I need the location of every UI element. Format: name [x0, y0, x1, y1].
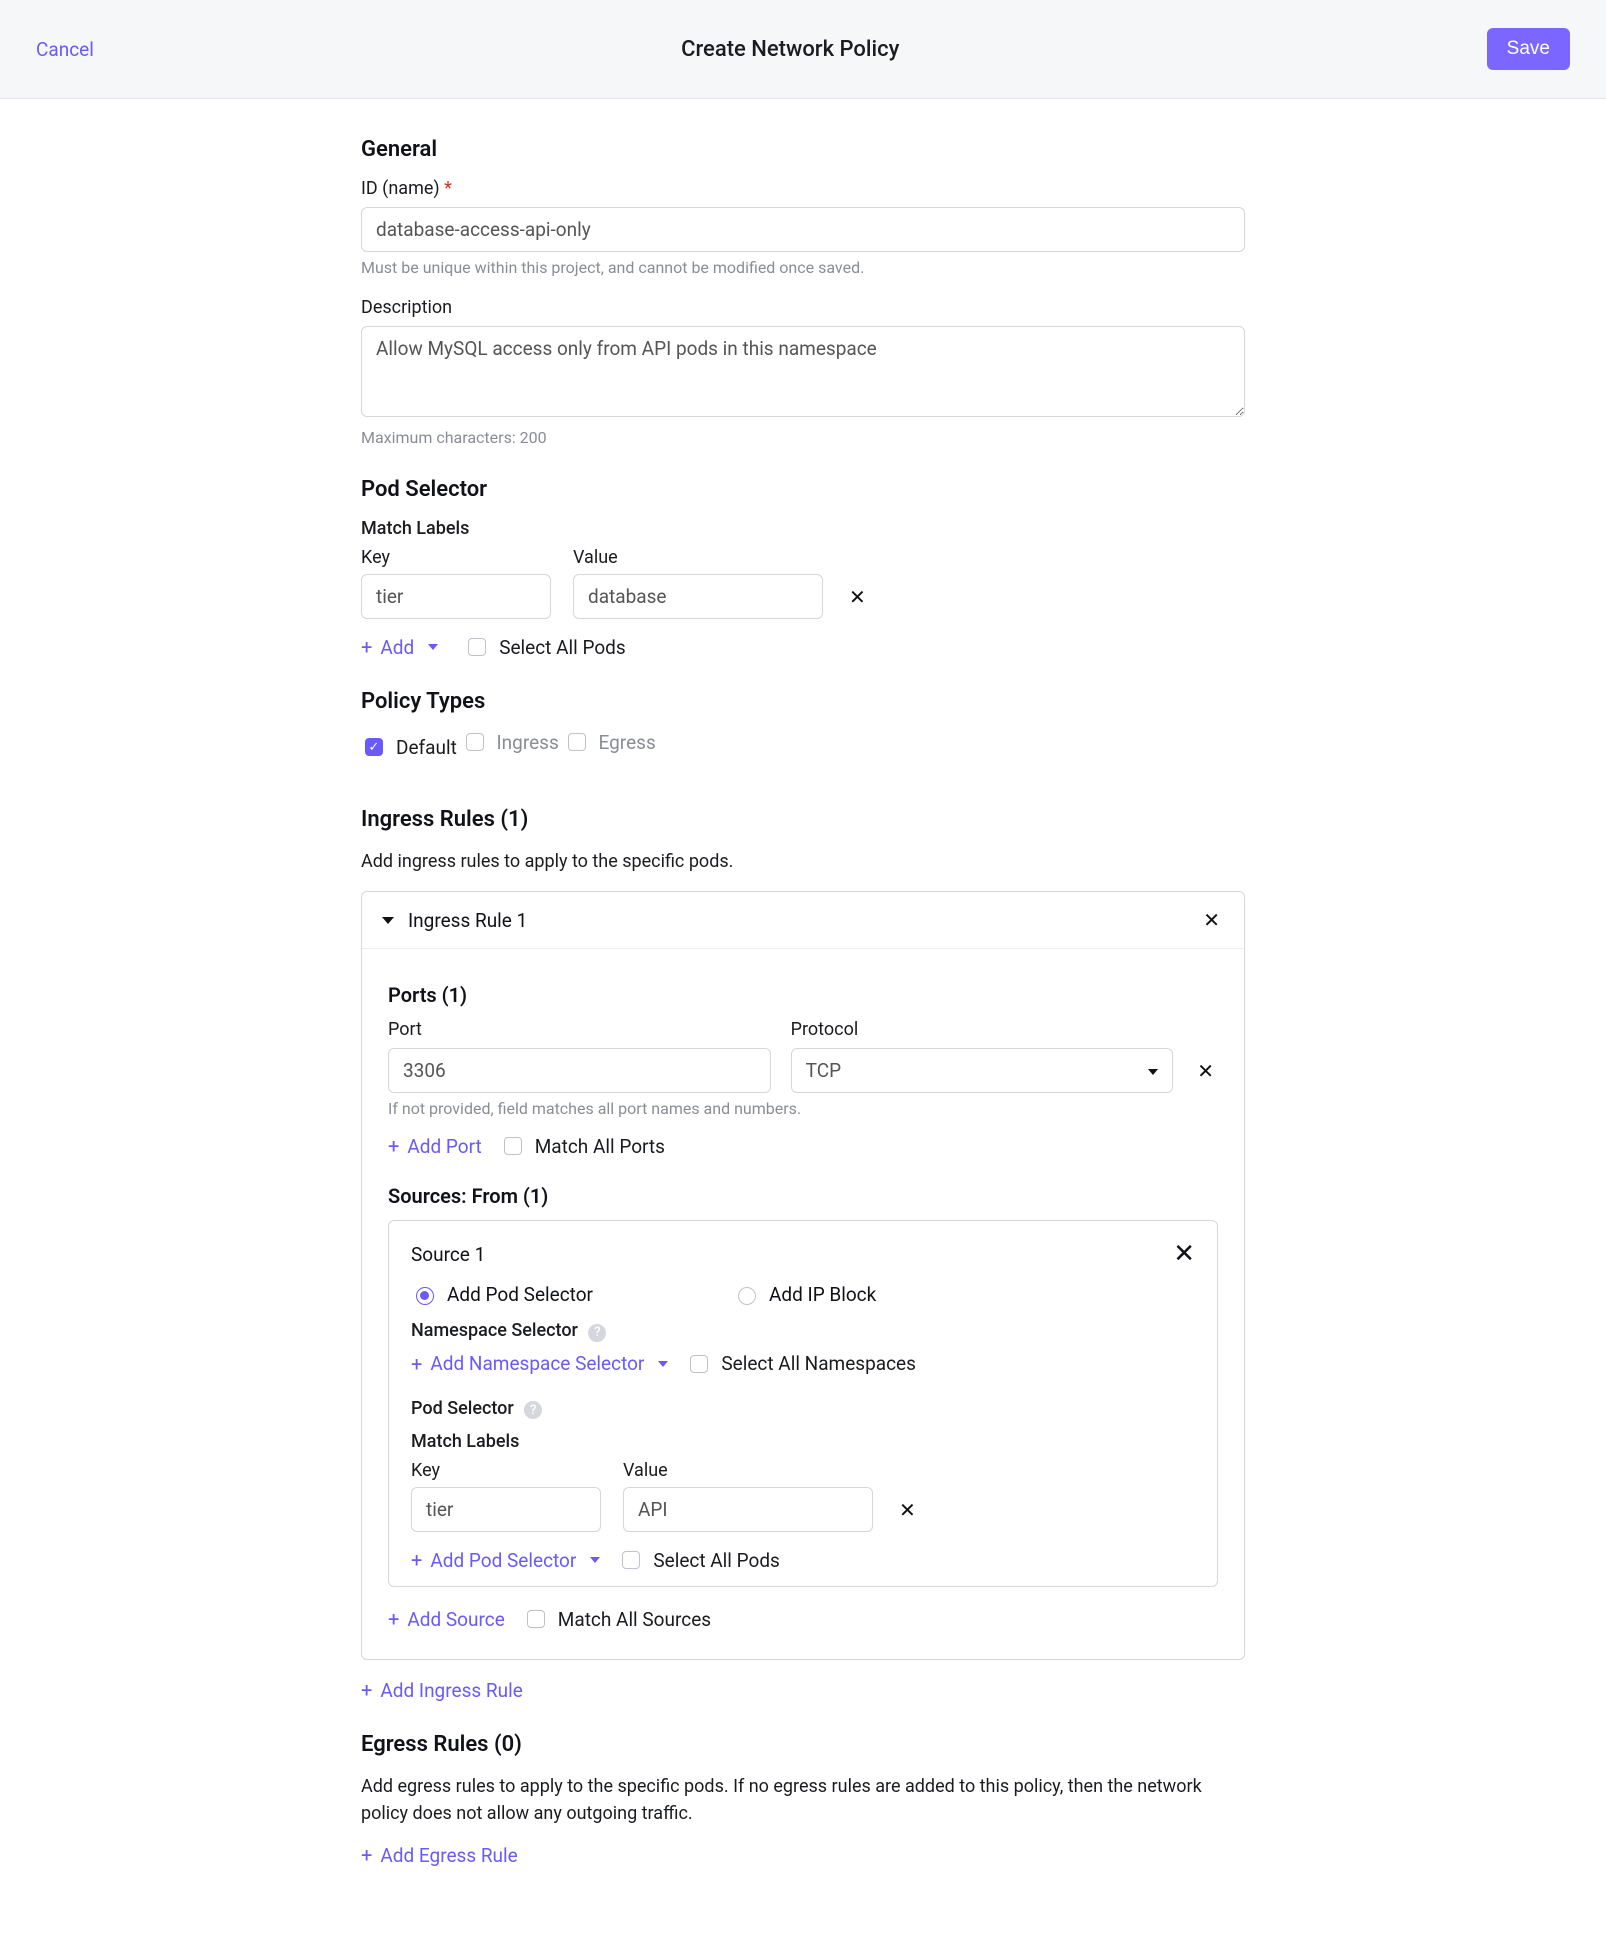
- save-button[interactable]: Save: [1487, 28, 1570, 70]
- pod-key-input[interactable]: [361, 574, 551, 619]
- description-input[interactable]: Allow MySQL access only from API pods in…: [361, 326, 1245, 417]
- ingress-rule-card: Ingress Rule 1 ✕ Ports (1) Port Protocol…: [361, 891, 1245, 1660]
- ingress-desc: Add ingress rules to apply to the specif…: [361, 848, 1245, 875]
- remove-source-label-button[interactable]: ✕: [895, 1498, 920, 1522]
- sources-heading: Sources: From (1): [388, 1184, 1218, 1208]
- source-podselector-radio[interactable]: [416, 1287, 434, 1305]
- policy-default-checkbox[interactable]: [365, 738, 383, 756]
- description-hint: Maximum characters: 200: [361, 428, 1245, 447]
- source-key-label: Key: [411, 1460, 601, 1481]
- egress-heading: Egress Rules (0): [361, 1732, 1245, 1757]
- id-label: ID (name) *: [361, 178, 1245, 199]
- protocol-select[interactable]: TCP: [791, 1048, 1174, 1093]
- source-key-input[interactable]: [411, 1487, 601, 1532]
- remove-ingress-rule-button[interactable]: ✕: [1199, 908, 1224, 932]
- add-port-button[interactable]: + Add Port: [388, 1134, 482, 1158]
- remove-label-button[interactable]: ✕: [845, 585, 870, 609]
- pod-value-input[interactable]: [573, 574, 823, 619]
- source-match-labels-heading: Match Labels: [411, 1431, 1195, 1452]
- ports-heading: Ports (1): [388, 983, 1218, 1007]
- plus-icon: +: [388, 1134, 399, 1158]
- add-ingress-rule-button[interactable]: + Add Ingress Rule: [361, 1678, 523, 1702]
- policy-default-label: Default: [396, 736, 457, 759]
- plus-icon: +: [411, 1548, 422, 1572]
- select-all-pods-label: Select All Pods: [499, 636, 626, 659]
- egress-desc: Add egress rules to apply to the specifi…: [361, 1773, 1245, 1827]
- source-ipblock-label: Add IP Block: [769, 1283, 876, 1306]
- plus-icon: +: [361, 1843, 372, 1867]
- policy-ingress-label: Ingress: [497, 731, 559, 754]
- source-select-all-pods-checkbox[interactable]: [622, 1551, 640, 1569]
- pod-key-label: Key: [361, 547, 551, 568]
- source-select-all-pods-label: Select All Pods: [653, 1549, 780, 1572]
- policy-ingress-checkbox[interactable]: [466, 733, 484, 751]
- ingress-rule-title: Ingress Rule 1: [408, 909, 527, 932]
- cancel-button[interactable]: Cancel: [36, 38, 94, 61]
- source-pod-selector-heading: Pod Selector ?: [411, 1398, 1195, 1420]
- select-all-pods-checkbox[interactable]: [468, 638, 486, 656]
- description-label: Description: [361, 297, 1245, 318]
- plus-icon: +: [361, 635, 372, 659]
- ingress-heading: Ingress Rules (1): [361, 807, 1245, 832]
- remove-source-button[interactable]: ✕: [1173, 1239, 1195, 1269]
- plus-icon: +: [388, 1607, 399, 1631]
- match-all-sources-checkbox[interactable]: [527, 1610, 545, 1628]
- add-label-button[interactable]: + Add: [361, 635, 438, 659]
- match-all-ports-checkbox[interactable]: [504, 1137, 522, 1155]
- select-all-namespaces-label: Select All Namespaces: [721, 1352, 916, 1375]
- policy-egress-label: Egress: [599, 731, 656, 754]
- source-ipblock-radio[interactable]: [738, 1287, 756, 1305]
- port-input[interactable]: [388, 1048, 771, 1093]
- help-icon[interactable]: ?: [524, 1401, 542, 1419]
- source-podselector-label: Add Pod Selector: [447, 1283, 593, 1306]
- add-egress-rule-button[interactable]: + Add Egress Rule: [361, 1843, 518, 1867]
- protocol-label: Protocol: [791, 1019, 1174, 1040]
- namespace-selector-heading: Namespace Selector ?: [411, 1320, 1195, 1342]
- pod-value-label: Value: [573, 547, 823, 568]
- caret-down-icon: [382, 917, 394, 924]
- source-card: Source 1 ✕ Add Pod Selector Add IP Block…: [388, 1220, 1218, 1587]
- ingress-rule-header[interactable]: Ingress Rule 1 ✕: [362, 892, 1244, 948]
- general-heading: General: [361, 137, 1245, 162]
- select-all-namespaces-checkbox[interactable]: [690, 1355, 708, 1373]
- help-icon[interactable]: ?: [588, 1324, 606, 1342]
- match-labels-heading: Match Labels: [361, 518, 1245, 539]
- plus-icon: +: [411, 1352, 422, 1376]
- id-hint: Must be unique within this project, and …: [361, 258, 1245, 277]
- page-title: Create Network Policy: [681, 37, 899, 62]
- source-value-input[interactable]: [623, 1487, 873, 1532]
- match-all-ports-label: Match All Ports: [535, 1135, 665, 1158]
- add-namespace-selector-button[interactable]: + Add Namespace Selector: [411, 1352, 668, 1376]
- port-hint: If not provided, field matches all port …: [388, 1099, 1218, 1118]
- pod-selector-heading: Pod Selector: [361, 477, 1245, 502]
- add-pod-selector-button[interactable]: + Add Pod Selector: [411, 1548, 600, 1572]
- policy-types-heading: Policy Types: [361, 689, 1245, 714]
- match-all-sources-label: Match All Sources: [558, 1608, 711, 1631]
- chevron-down-icon: [1142, 1059, 1158, 1082]
- source-title: Source 1: [411, 1243, 485, 1266]
- source-value-label: Value: [623, 1460, 873, 1481]
- port-label: Port: [388, 1019, 771, 1040]
- remove-port-button[interactable]: ✕: [1193, 1059, 1218, 1083]
- id-input[interactable]: [361, 207, 1245, 252]
- plus-icon: +: [361, 1678, 372, 1702]
- policy-egress-checkbox[interactable]: [568, 733, 586, 751]
- add-source-button[interactable]: + Add Source: [388, 1607, 505, 1631]
- page-header: Cancel Create Network Policy Save: [0, 0, 1606, 99]
